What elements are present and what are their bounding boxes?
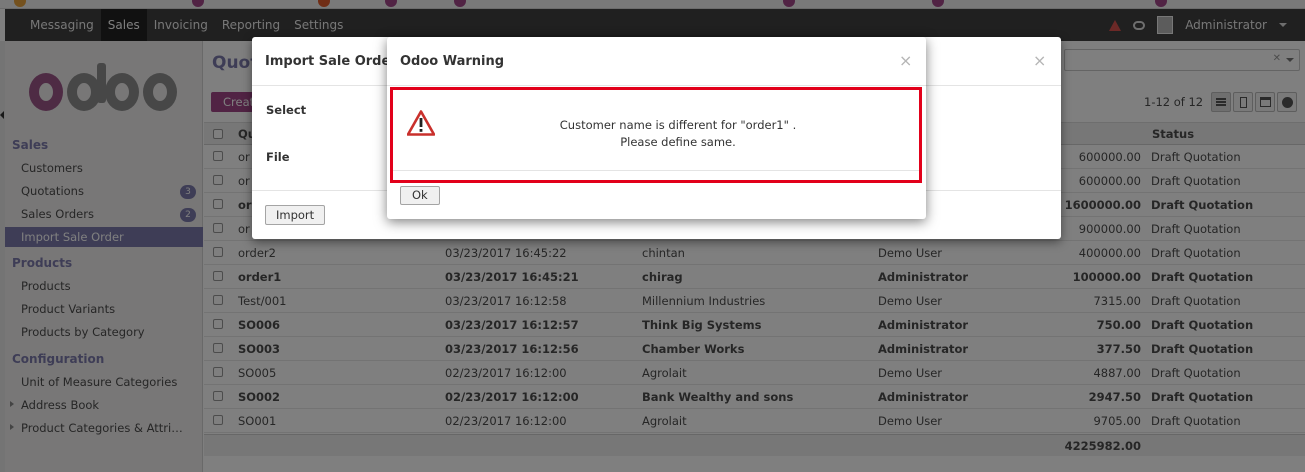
file-label: File [266,150,290,164]
divider [387,85,926,86]
import-dialog-title: Import Sale Order [265,54,397,69]
select-label: Select [266,103,307,117]
import-button[interactable]: Import [265,205,326,225]
warning-triangle-icon [407,110,435,136]
close-icon[interactable]: × [1033,51,1046,70]
close-icon[interactable]: × [899,51,912,70]
warning-message: Customer name is different for "order1" … [513,117,843,151]
warning-message-box: Customer name is different for "order1" … [390,87,922,183]
odoo-warning-dialog: Odoo Warning × Customer name is differen… [387,37,926,219]
divider [393,170,919,171]
warning-message-line: Customer name is different for "order1" … [559,118,797,132]
warning-dialog-title: Odoo Warning [400,54,505,69]
ok-button[interactable]: Ok [400,186,440,205]
warning-message-line: Please define same. [620,135,736,149]
